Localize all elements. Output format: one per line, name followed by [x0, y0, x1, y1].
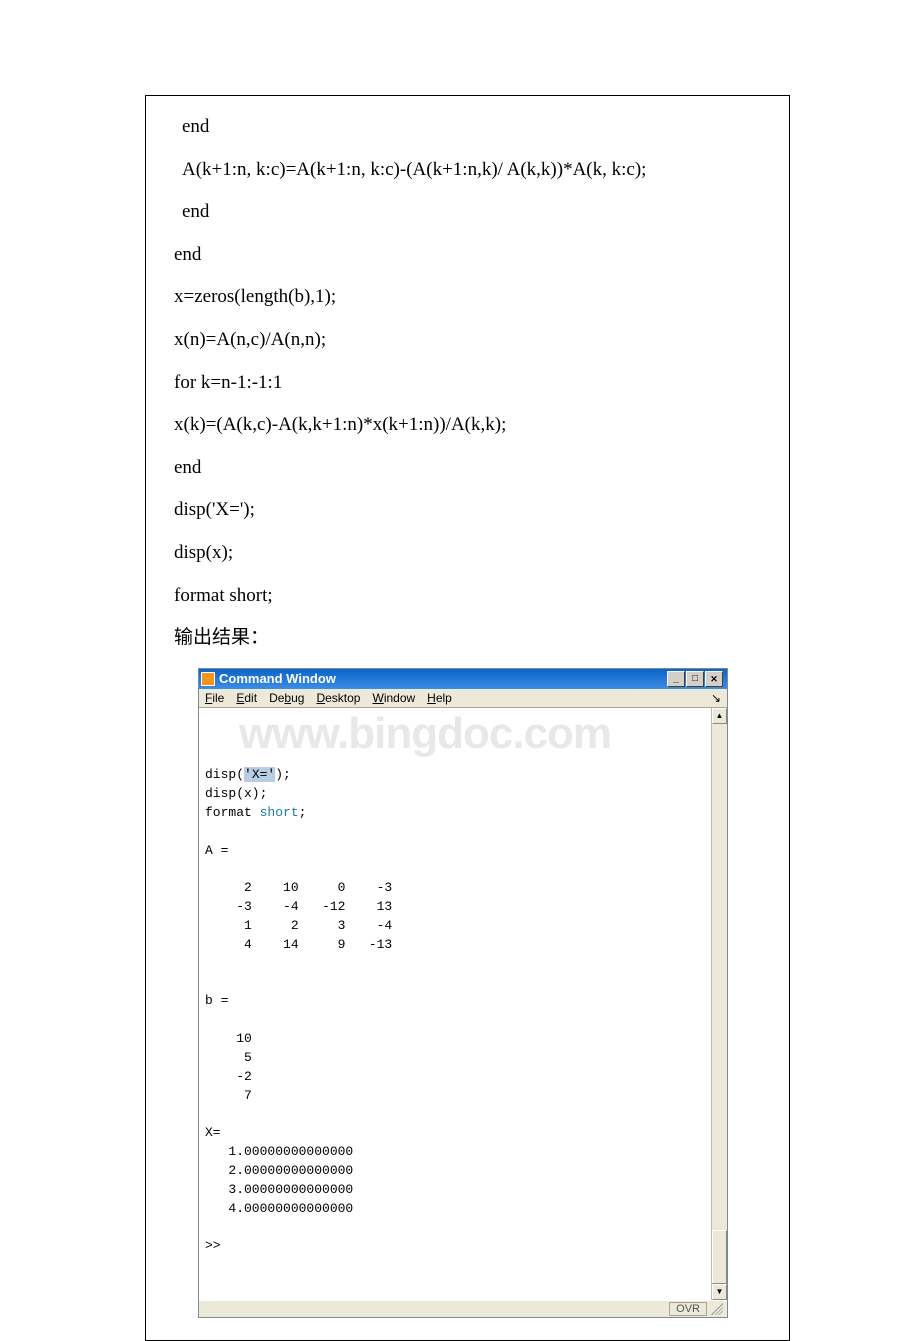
code-line: end — [174, 455, 761, 482]
scroll-thumb[interactable] — [712, 1230, 727, 1284]
code-line: A(k+1:n, k:c)=A(k+1:n, k:c)-(A(k+1:n,k)/… — [174, 157, 761, 184]
code-line: format short; — [174, 583, 761, 610]
code-line: x(n)=A(n,c)/A(n,n); — [174, 327, 761, 354]
close-button[interactable] — [705, 671, 723, 687]
code-line: x(k)=(A(k,c)-A(k,k+1:n)*x(k+1:n))/A(k,k)… — [174, 412, 761, 439]
minimize-button[interactable]: _ — [667, 671, 685, 687]
code-line: for k=n-1:-1:1 — [174, 370, 761, 397]
code-block: end A(k+1:n, k:c)=A(k+1:n, k:c)-(A(k+1:n… — [174, 114, 761, 652]
code-line: end — [174, 242, 761, 269]
command-output[interactable]: www.bingdoc.com disp('X=');disp(x);forma… — [199, 708, 711, 1300]
menu-file[interactable]: File — [205, 691, 224, 705]
command-window: Command Window _ □ File Edit Debug Deskt… — [198, 668, 728, 1318]
menu-window[interactable]: Window — [372, 691, 415, 705]
resize-grip-icon[interactable] — [711, 1303, 723, 1315]
code-line: end — [174, 199, 761, 226]
titlebar[interactable]: Command Window _ □ — [199, 669, 727, 689]
ovr-indicator: OVR — [669, 1302, 707, 1316]
document-frame: end A(k+1:n, k:c)=A(k+1:n, k:c)-(A(k+1:n… — [145, 95, 790, 1341]
scroll-up-button[interactable]: ▲ — [712, 708, 727, 724]
maximize-button[interactable]: □ — [686, 671, 704, 687]
code-line: end — [174, 114, 761, 141]
menu-debug[interactable]: Debug — [269, 691, 304, 705]
code-line: disp('X='); — [174, 497, 761, 524]
menubar: File Edit Debug Desktop Window Help ↘ — [199, 689, 727, 708]
menu-desktop[interactable]: Desktop — [316, 691, 360, 705]
code-line: x=zeros(length(b),1); — [174, 284, 761, 311]
code-line: disp(x); — [174, 540, 761, 567]
scroll-track[interactable] — [712, 724, 727, 1284]
dock-toggle-icon[interactable]: ↘ — [711, 691, 721, 705]
window-title: Command Window — [219, 671, 336, 686]
menu-help[interactable]: Help — [427, 691, 452, 705]
app-icon — [201, 672, 215, 686]
statusbar: OVR — [199, 1300, 727, 1317]
output-label: 输出结果： — [174, 625, 761, 652]
window-controls: _ □ — [667, 671, 723, 687]
watermark: www.bingdoc.com — [239, 708, 711, 766]
menu-edit[interactable]: Edit — [236, 691, 257, 705]
vertical-scrollbar[interactable]: ▲ ▼ — [711, 708, 727, 1300]
scroll-down-button[interactable]: ▼ — [712, 1284, 727, 1300]
